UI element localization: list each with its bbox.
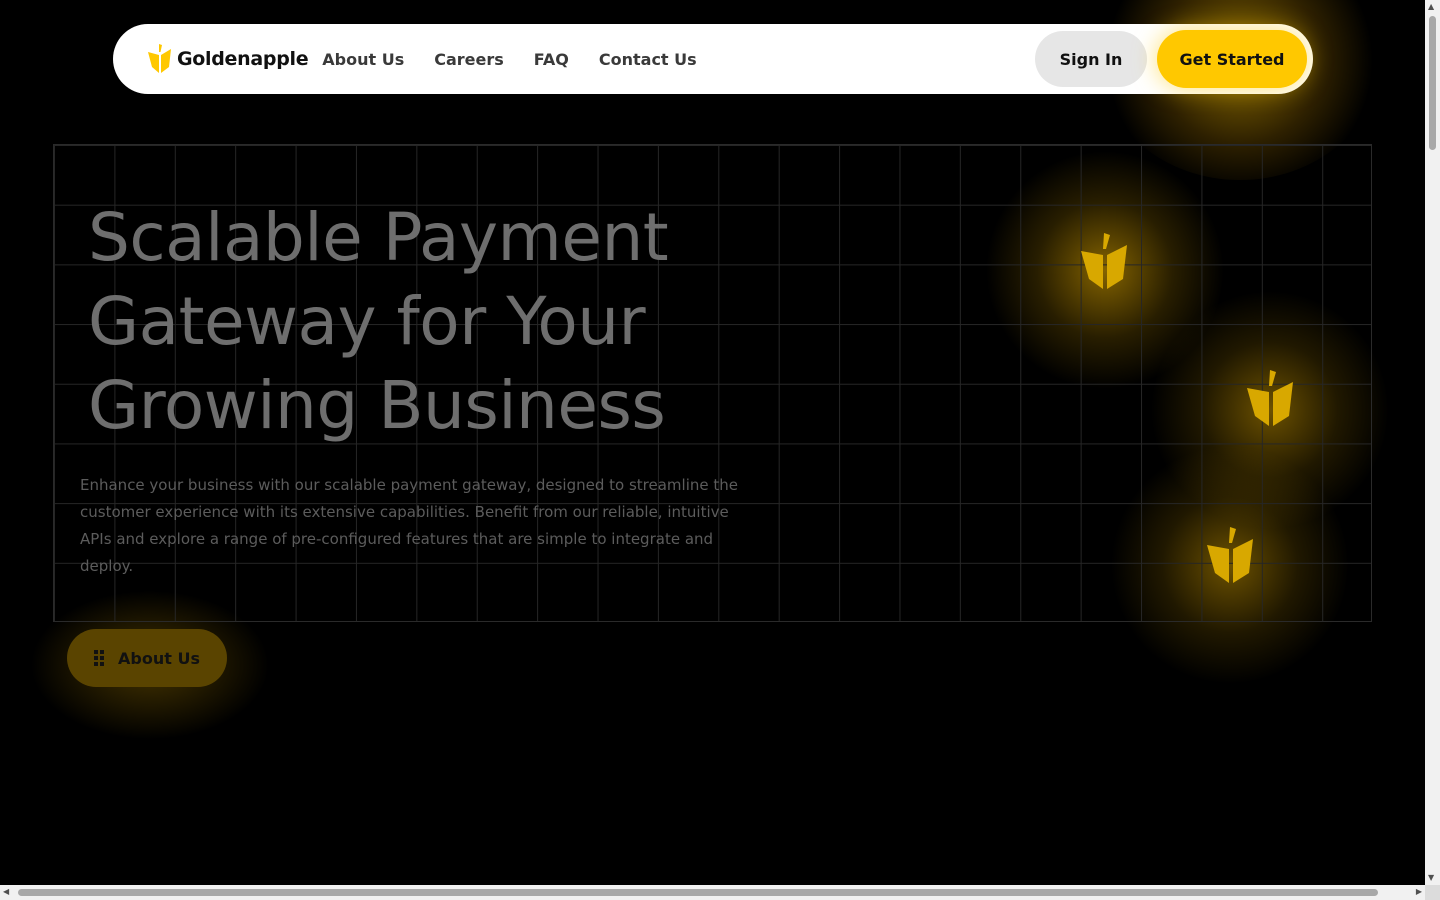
nav-link-faq[interactable]: FAQ — [534, 50, 569, 69]
nav-link-contact-us[interactable]: Contact Us — [599, 50, 697, 69]
hero-title-line-3: Growing Business — [88, 367, 666, 444]
scroll-right-icon[interactable]: ▶ — [1416, 888, 1422, 896]
vertical-scroll-thumb[interactable] — [1429, 16, 1436, 150]
about-us-button[interactable]: About Us — [67, 629, 227, 687]
hero-title: Scalable Payment Gateway for Your Growin… — [88, 196, 788, 448]
hero-title-line-2: Gateway for Your — [88, 283, 646, 360]
about-us-button-label: About Us — [118, 648, 200, 668]
page-viewport: Goldenapple About Us Careers FAQ Contact… — [0, 0, 1425, 885]
vertical-scrollbar[interactable]: ▲ ▼ — [1425, 0, 1440, 885]
sign-in-button[interactable]: Sign In — [1035, 31, 1147, 87]
horizontal-scroll-thumb[interactable] — [18, 889, 1378, 896]
scroll-up-icon[interactable]: ▲ — [1428, 3, 1434, 11]
scrollbar-corner — [1425, 885, 1440, 900]
leaf-logo-icon — [1247, 370, 1293, 426]
leaf-logo-icon — [148, 44, 171, 73]
nav-actions: Sign In Get Started — [1035, 30, 1307, 88]
scroll-down-icon[interactable]: ▼ — [1428, 874, 1434, 882]
nav-link-careers[interactable]: Careers — [434, 50, 504, 69]
leaf-logo-icon — [1081, 233, 1127, 289]
leaf-logo-icon — [1207, 527, 1253, 583]
grid-dots-icon — [94, 650, 105, 666]
brand-name: Goldenapple — [177, 48, 309, 70]
hero-title-line-1: Scalable Payment — [88, 199, 669, 276]
get-started-button[interactable]: Get Started — [1157, 30, 1307, 88]
hero-description: Enhance your business with our scalable … — [80, 476, 738, 575]
scroll-left-icon[interactable]: ◀ — [3, 888, 9, 896]
top-navbar: Goldenapple About Us Careers FAQ Contact… — [113, 24, 1313, 94]
brand-logo[interactable]: Goldenapple — [147, 43, 309, 75]
nav-links: About Us Careers FAQ Contact Us — [322, 50, 696, 69]
horizontal-scrollbar[interactable]: ◀ ▶ — [0, 885, 1425, 900]
nav-link-about-us[interactable]: About Us — [322, 50, 404, 69]
